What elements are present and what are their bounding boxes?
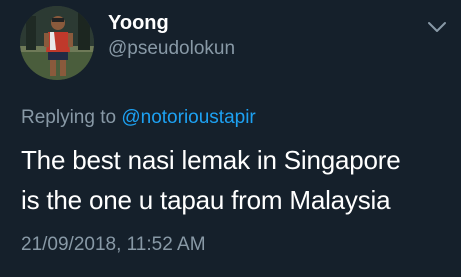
- reply-to-handle-link[interactable]: @notorioustapir: [121, 107, 255, 128]
- replying-to-label: Replying to: [21, 107, 117, 128]
- tweet-card: Yoong @pseudolokun Replying to @notoriou…: [0, 0, 461, 277]
- tweet-text-line: is the one u tapau from Malaysia: [21, 185, 391, 215]
- author-handle[interactable]: @pseudolokun: [108, 37, 235, 61]
- tweet-timestamp[interactable]: 21/09/2018, 11:52 AM: [21, 233, 206, 257]
- chevron-down-icon: [428, 22, 446, 32]
- tweet-menu-button[interactable]: [426, 19, 448, 35]
- tweet-text: The best nasi lemak in Singapore is the …: [21, 140, 451, 220]
- replying-to-line: Replying to @notorioustapir: [21, 106, 256, 130]
- author-display-name[interactable]: Yoong: [108, 11, 169, 35]
- profile-photo-icon: [20, 6, 94, 80]
- tweet-text-line: The best nasi lemak in Singapore: [21, 145, 401, 175]
- avatar[interactable]: [20, 6, 94, 80]
